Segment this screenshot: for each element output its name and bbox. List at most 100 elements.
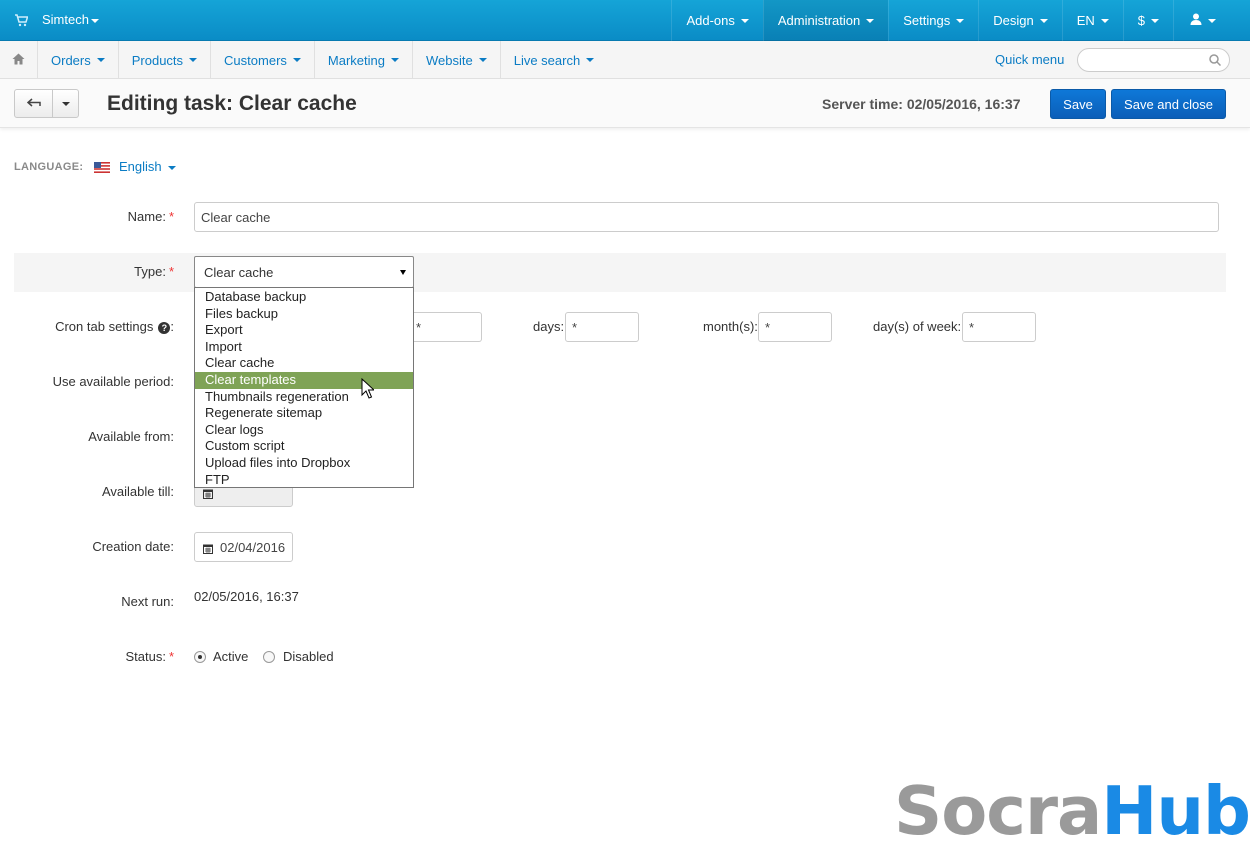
cron-months-input[interactable]: * [758,312,832,342]
required-mark: * [168,264,174,279]
watermark-part1: Socra [894,772,1102,850]
main-menu-bar: Orders Products Customers Marketing Webs… [0,41,1250,79]
topnav-label: Settings [903,13,951,28]
topnav-settings[interactable]: Settings [888,0,978,41]
menu-label: Website [425,52,473,68]
watermark-part2: Hub [1101,772,1250,850]
type-option[interactable]: Clear cache [195,355,413,372]
type-option[interactable]: Upload files into Dropbox [195,455,413,472]
save-button[interactable]: Save [1050,89,1106,119]
name-input[interactable]: Clear cache [194,202,1219,232]
type-option[interactable]: FTP [195,472,413,489]
type-select[interactable]: Clear cache [194,256,414,288]
status-active-radio[interactable] [194,651,206,663]
chevron-down-icon [1039,18,1048,23]
chevron-down-icon [292,58,301,62]
status-label-text: Status: [125,649,166,664]
type-option[interactable]: Files backup [195,306,413,323]
quick-menu-link[interactable]: Quick menu [995,52,1064,67]
page-title: Editing task: Clear cache [107,92,357,115]
available-till-label: Available till: [101,484,174,499]
name-label-text: Name: [127,209,166,224]
calendar-icon [203,542,213,554]
back-button-group [14,89,79,118]
menu-marketing[interactable]: Marketing [315,41,413,79]
type-option[interactable]: Export [195,322,413,339]
chevron-down-icon [740,18,749,23]
next-run-label: Next run: [121,594,174,609]
type-option[interactable]: Database backup [195,289,413,306]
main-menu: Orders Products Customers Marketing Webs… [38,41,607,79]
back-arrow-icon [26,96,41,111]
menu-orders[interactable]: Orders [38,41,119,79]
user-icon [1190,13,1202,28]
help-icon[interactable]: ? [158,321,171,334]
back-button[interactable] [15,90,53,117]
save-and-close-button[interactable]: Save and close [1111,89,1226,119]
menu-products[interactable]: Products [119,41,212,79]
chevron-down-icon [61,101,70,106]
cron-dow-value: * [969,319,975,335]
creation-date-label: Creation date: [92,539,174,554]
name-label: Name: * [128,209,174,224]
watermark-logo: SocraHub [894,778,1250,845]
chevron-down-icon [956,18,965,23]
topnav-label: EN [1076,13,1095,28]
menu-customers[interactable]: Customers [211,41,315,79]
creation-date-value: 02/04/2016 [220,539,286,555]
menu-label: Marketing [327,52,385,68]
home-icon [12,53,25,68]
menu-label: Products [131,52,184,68]
language-label: LANGUAGE: [14,161,84,173]
cron-days-input[interactable]: * [565,312,639,342]
page-header: Editing task: Clear cache Server time: 0… [0,79,1250,128]
type-option-highlighted[interactable]: Clear templates [195,371,413,389]
search-input[interactable] [1077,48,1230,72]
type-option[interactable]: Import [195,339,413,356]
topnav-administration[interactable]: Administration [762,0,889,41]
cron-dow-label: day(s) of week: [873,319,962,334]
chevron-down-icon [390,58,399,62]
type-option[interactable]: Regenerate sitemap [195,405,413,422]
cron-dow-input[interactable]: * [962,312,1036,342]
type-option[interactable]: Clear logs [195,422,413,439]
home-button[interactable] [0,41,38,79]
topnav-label: $ [1137,13,1145,28]
chevron-down-icon [866,18,875,23]
topnav-currency[interactable]: $ [1122,0,1173,41]
status-disabled-label[interactable]: Disabled [283,649,334,664]
topnav-addons[interactable]: Add-ons [671,0,762,41]
top-nav: Add-ons Administration Settings Design E… [671,0,1250,41]
type-select-value: Clear cache [204,264,274,280]
cron-months-value: * [765,319,771,335]
chevron-down-icon [1208,18,1216,23]
menu-website[interactable]: Website [413,41,501,79]
type-dropdown-list: Database backup Files backup Export Impo… [194,287,414,488]
language-selector[interactable]: English [119,159,176,174]
topnav-design[interactable]: Design [978,0,1061,41]
period-label: Use available period: [52,374,174,389]
status-disabled-radio[interactable] [263,651,275,663]
creation-date-input[interactable]: 02/04/2016 [194,532,293,562]
status-label: Status: * [125,649,174,664]
chevron-down-icon [1151,18,1159,23]
us-flag-icon [94,161,110,173]
mouse-cursor-icon [361,377,376,402]
menu-live-search[interactable]: Live search [501,41,607,79]
topnav-user[interactable] [1173,0,1250,41]
search-icon [1209,54,1222,69]
status-active-label[interactable]: Active [213,649,248,664]
store-switcher[interactable]: Simtech [14,12,99,27]
server-time: Server time: 02/05/2016, 16:37 [822,96,1021,112]
cron-days-value: * [572,319,578,335]
name-input-value: Clear cache [201,209,271,225]
cron-hours-input[interactable]: * [410,312,482,342]
chevron-down-icon [478,58,487,62]
back-dropdown-button[interactable] [53,90,78,117]
type-option[interactable]: Thumbnails regeneration [195,389,413,406]
next-run-value: 02/05/2016, 16:37 [194,589,299,604]
type-option[interactable]: Custom script [195,438,413,455]
dropdown-arrow-icon [400,270,406,275]
cron-days-label: days: [533,319,565,334]
topnav-language[interactable]: EN [1061,0,1123,41]
